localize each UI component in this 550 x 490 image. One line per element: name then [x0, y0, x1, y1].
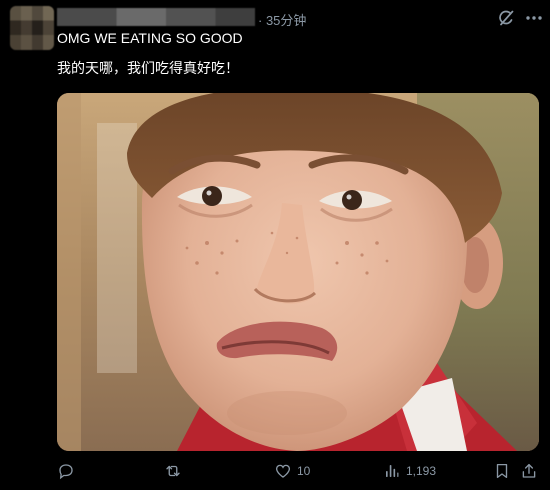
bookmark-icon	[496, 463, 508, 479]
bookmark-button[interactable]	[493, 458, 511, 484]
like-button[interactable]: 10	[274, 458, 310, 484]
reply-icon	[59, 464, 73, 480]
author-name-redacted[interactable]	[57, 8, 255, 26]
share-button[interactable]	[520, 458, 538, 484]
post-image[interactable]	[57, 93, 539, 451]
boy-grimace-photo	[57, 93, 539, 451]
share-icon	[522, 463, 536, 478]
author-avatar[interactable]	[10, 6, 54, 50]
action-bar: 10 1,193	[0, 458, 550, 484]
like-icon	[275, 464, 291, 478]
reply-button[interactable]	[57, 458, 80, 484]
post-text-chinese: 我的天哪，我们吃得真好吃！	[57, 60, 239, 76]
views-icon	[386, 465, 399, 477]
views-button[interactable]: 1,193	[383, 458, 436, 484]
more-icon[interactable]	[524, 8, 544, 28]
grok-icon[interactable]	[496, 8, 516, 28]
repost-icon	[166, 465, 180, 477]
repost-button[interactable]	[164, 458, 187, 484]
post-timestamp[interactable]: · 35分钟	[258, 10, 306, 29]
like-count: 10	[297, 464, 311, 478]
post-text-english: OMG WE EATING SO GOOD	[57, 30, 243, 46]
views-count: 1,193	[406, 464, 437, 478]
